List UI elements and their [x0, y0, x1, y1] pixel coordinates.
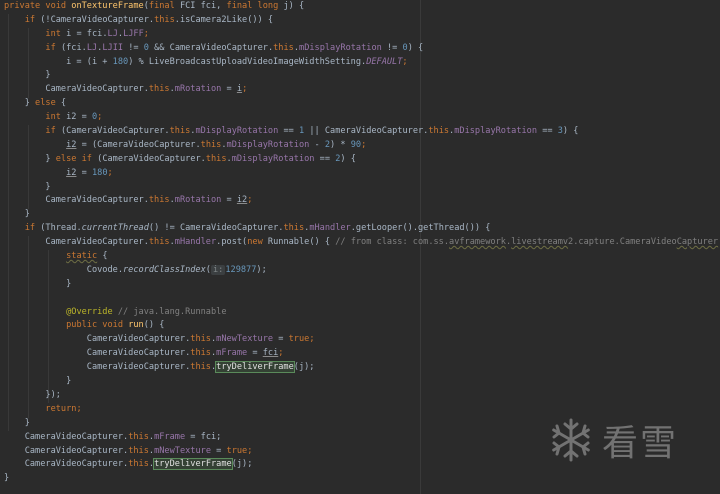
code-line: int i2 = 0; — [45, 112, 103, 123]
code-line: CameraVideoCapturer.this.mRotation = i; — [4, 84, 248, 95]
code-line: public void run() { — [66, 320, 165, 331]
code-line: Covode.recordClassIndex(i: 129877); — [4, 264, 267, 275]
code-line: if (fci.LJ.LJII != 0 && CameraVideoCaptu… — [45, 42, 424, 53]
code-line: } — [4, 473, 10, 484]
code-line: static { — [66, 251, 108, 262]
code-line: CameraVideoCapturer.this.mHandler.post(n… — [4, 237, 720, 248]
code-line: CameraVideoCapturer.this.mNewTexture = t… — [4, 334, 315, 345]
code-line: if (Thread.currentThread() != CameraVide… — [24, 223, 491, 234]
watermark: 看雪 — [548, 412, 708, 468]
code-line: } else { — [4, 98, 67, 109]
code-line: i2 = (CameraVideoCapturer.this.mDisplayR… — [66, 139, 367, 150]
code-line: CameraVideoCapturer.this.mRotation = i2; — [4, 195, 253, 206]
code-line: i2 = 180; — [66, 167, 113, 178]
code-line: } — [4, 70, 51, 81]
code-line: i = (i + 180) % LiveBroadcastUploadVideo… — [4, 56, 408, 67]
code-line: if (!CameraVideoCapturer.this.isCamera2L… — [24, 14, 274, 25]
code-line: } — [4, 209, 30, 220]
code-line: }); — [4, 389, 61, 400]
code-line: } else if (CameraVideoCapturer.this.mDis… — [4, 153, 356, 164]
code-line: } — [4, 181, 51, 192]
code-line: CameraVideoCapturer.this.tryDeliverFrame… — [4, 361, 315, 374]
parameter-hint: i: — [210, 264, 226, 275]
code-line: @Override // java.lang.Runnable — [66, 306, 227, 317]
code-editor[interactable]: private void onTextureFrame(final FCI fc… — [0, 0, 720, 494]
code-line: CameraVideoCapturer.this.mFrame = fci; — [4, 348, 284, 359]
snowflake-icon — [552, 418, 590, 462]
watermark-text: 看雪 — [602, 423, 679, 464]
code-line: } — [4, 278, 72, 289]
code-line: if (CameraVideoCapturer.this.mDisplayRot… — [45, 126, 579, 137]
code-line: int i = fci.LJ.LJFF; — [45, 28, 149, 39]
code-line: private void onTextureFrame(final FCI fc… — [4, 1, 305, 11]
code-line: } — [4, 376, 72, 387]
